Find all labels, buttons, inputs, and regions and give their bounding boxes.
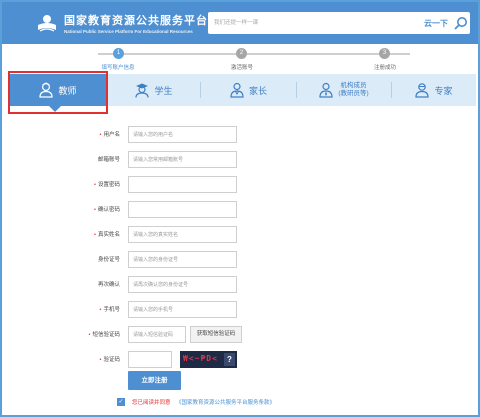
get-sms-code-button[interactable]: 获取短信验证码 xyxy=(190,326,242,343)
phone-input[interactable] xyxy=(128,301,237,318)
agree-text: 您已阅读并同意 xyxy=(132,400,171,406)
field-row-id-number: 身份证号 xyxy=(0,249,480,269)
sms-code-input[interactable] xyxy=(128,326,186,343)
field-label: • 真实姓名 xyxy=(94,232,120,238)
tab-student[interactable]: 学生 xyxy=(108,74,200,106)
search-icon[interactable] xyxy=(454,16,468,30)
tab-expert[interactable]: 专家 xyxy=(392,74,476,106)
tab-sublabel: (教研员等) xyxy=(338,90,369,97)
field-row-username: • 用户名 xyxy=(0,124,480,144)
platform-logo-icon xyxy=(38,15,56,32)
tab-institution-member[interactable]: 机构成员 (教研员等) xyxy=(297,74,391,106)
step-line xyxy=(247,53,379,55)
step-1-circle: 1 xyxy=(113,48,124,59)
required-mark: • xyxy=(99,357,102,363)
required-mark: • xyxy=(99,307,102,313)
username-input[interactable] xyxy=(128,126,237,143)
field-label: • 设置密码 xyxy=(94,182,120,188)
tab-parent[interactable]: 家长 xyxy=(201,74,296,106)
field-label: • 短信验证码 xyxy=(88,332,120,338)
terms-link[interactable]: 《国家教育资源公共服务平台服务条款》 xyxy=(176,398,275,406)
platform-subtitle: National Public Service Platform For Edu… xyxy=(64,29,193,34)
field-row-sms-code: •短信验证码 获取短信验证码 xyxy=(0,324,480,344)
step-3-circle: 3 xyxy=(379,48,390,59)
registration-steps: 1 填写账户信息 2 激活账号 3 注册成功 xyxy=(2,44,478,74)
search-brand-label: 云一下 xyxy=(424,19,448,28)
step-line xyxy=(390,53,410,55)
field-row-confirm-password: • 确认密码 xyxy=(0,199,480,219)
step-2-label: 激活账号 xyxy=(230,65,254,71)
student-icon xyxy=(135,83,150,98)
field-label: 再次确认 xyxy=(97,282,120,288)
parent-icon xyxy=(230,82,244,98)
field-row-password: • 设置密码 xyxy=(0,174,480,194)
agree-checkbox[interactable]: ✓ xyxy=(117,398,125,406)
expert-icon xyxy=(415,83,430,98)
step-2-circle: 2 xyxy=(236,48,247,59)
field-label: 身份证号 xyxy=(97,257,120,263)
active-tab-pointer xyxy=(49,106,61,112)
search-input[interactable] xyxy=(214,16,394,30)
confirm-id-input[interactable] xyxy=(128,276,237,293)
institution-member-icon xyxy=(319,82,333,98)
required-mark: • xyxy=(99,132,102,138)
search-box: 云一下 xyxy=(208,12,470,34)
email-input[interactable] xyxy=(128,151,237,168)
field-row-phone: • 手机号 xyxy=(0,299,480,319)
tab-label: 学生 xyxy=(154,85,173,96)
field-row-real-name: • 真实姓名 xyxy=(0,224,480,244)
field-label: 邮箱账号 xyxy=(97,157,120,163)
field-row-confirm-id: 再次确认 xyxy=(0,274,480,294)
real-name-input[interactable] xyxy=(128,226,237,243)
step-3-label: 注册成功 xyxy=(373,65,397,71)
required-mark: • xyxy=(94,182,96,188)
captcha-refresh-icon[interactable]: ? xyxy=(224,353,235,366)
captcha-input[interactable] xyxy=(128,351,172,368)
required-mark: • xyxy=(88,332,91,338)
captcha-image[interactable]: ₩<~₱D< ? xyxy=(180,351,237,368)
required-mark: • xyxy=(94,207,96,213)
field-label: • 确认密码 xyxy=(94,207,120,213)
step-line xyxy=(98,53,113,55)
tab-label: 机构成员 xyxy=(340,82,367,89)
field-label: • 手机号 xyxy=(99,307,120,313)
id-number-input[interactable] xyxy=(128,251,237,268)
tab-label: 专家 xyxy=(434,85,453,96)
field-row-email: 邮箱账号 xyxy=(0,149,480,169)
header: 国家教育资源公共服务平台 National Public Service Pla… xyxy=(2,2,478,44)
step-1-label: 填写账户信息 xyxy=(101,65,135,71)
field-label: • 验证码 xyxy=(99,357,120,363)
register-now-button[interactable]: 立即注册 xyxy=(128,371,181,390)
field-label: • 用户名 xyxy=(99,132,120,138)
tab-label: 家长 xyxy=(248,85,267,96)
required-mark: • xyxy=(94,232,96,238)
step-line xyxy=(124,53,236,55)
password-input[interactable] xyxy=(128,176,237,193)
confirm-password-input[interactable] xyxy=(128,201,237,218)
platform-title: 国家教育资源公共服务平台 xyxy=(64,15,208,27)
captcha-text: ₩<~₱D< xyxy=(183,354,218,363)
field-row-captcha: • 验证码 ₩<~₱D< ? xyxy=(0,349,480,369)
